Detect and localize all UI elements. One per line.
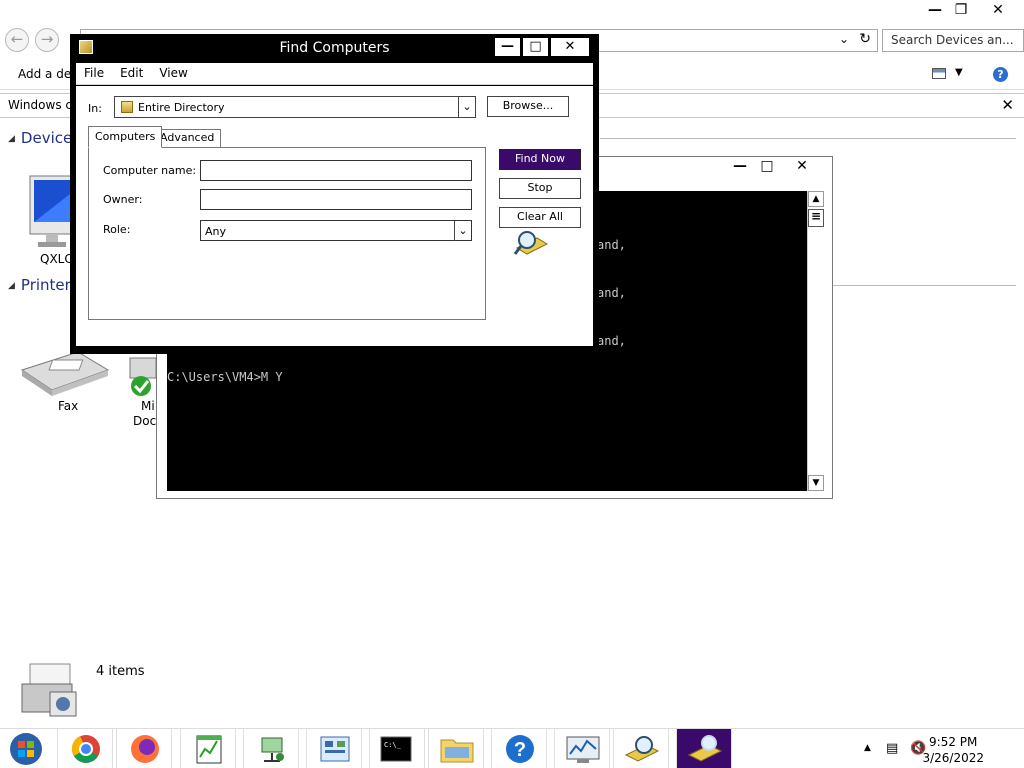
change-view-icon[interactable] [932, 68, 946, 79]
svg-text:C:\_: C:\_ [384, 741, 402, 749]
window-close-icon[interactable]: ✕ [983, 0, 1013, 20]
device-label: QXLC [40, 252, 73, 266]
console-minimize-icon[interactable]: — [727, 158, 753, 174]
clock-date: 3/26/2022 [922, 751, 984, 765]
taskbar-firefox[interactable] [116, 729, 172, 768]
computer-name-field[interactable] [200, 160, 472, 181]
menu-edit[interactable]: Edit [112, 63, 151, 80]
find-computers-dialog[interactable]: Find Computers — □ ✕ File Edit View In: En… [70, 34, 599, 354]
taskbar-control-panel[interactable] [306, 729, 362, 768]
dialog-titlebar[interactable]: Find Computers — □ ✕ [70, 34, 599, 62]
menu-view[interactable]: View [151, 63, 195, 80]
directory-icon [121, 101, 133, 113]
printer2-label-line2: Doc [133, 414, 157, 428]
dialog-body: In: Entire Directory ⌄ Browse... Compute… [76, 86, 593, 346]
printers-divider [832, 285, 1016, 286]
network-tool-icon [261, 737, 284, 762]
help-circle-icon: ? [506, 735, 534, 763]
notepad-chart-icon [196, 735, 222, 764]
dialog-close-icon[interactable]: ✕ [550, 37, 590, 57]
fax-label: Fax [58, 399, 79, 413]
in-scope-value: Entire Directory [138, 101, 225, 114]
magnifier-search-icon [513, 231, 549, 255]
search-input[interactable]: Search Devices an... [882, 29, 1024, 52]
console-line: and, [597, 286, 626, 300]
clock[interactable]: 9:52 PM 3/26/2022 [922, 734, 984, 766]
taskbar-command-prompt[interactable]: C:\_ [369, 729, 425, 768]
network-tray-icon[interactable]: ▤ [886, 741, 898, 756]
dialog-minimize-icon[interactable]: — [494, 37, 521, 57]
taskbar-chrome[interactable] [57, 729, 113, 768]
taskbar-find-active[interactable] [676, 729, 732, 768]
taskbar-notepad-chart[interactable] [180, 729, 236, 768]
default-printer-icon[interactable] [128, 356, 158, 398]
tab-advanced[interactable]: Advanced [153, 129, 222, 148]
firefox-icon [131, 735, 159, 763]
find-now-button[interactable]: Find Now [499, 149, 581, 170]
taskbar-file-explorer[interactable] [428, 729, 484, 768]
chevron-down-icon[interactable]: ⌄ [458, 97, 475, 117]
printers-section-header[interactable]: ◢ Printers [8, 276, 79, 294]
printer-details-icon [21, 663, 77, 717]
svg-text:?: ? [514, 739, 526, 761]
clear-all-button[interactable]: Clear All [499, 207, 581, 228]
console-prompt-line: C:\Users\VM4>M Y [167, 370, 283, 384]
role-label: Role: [103, 223, 131, 236]
in-label: In: [88, 102, 102, 115]
taskbar-find-computers[interactable] [613, 729, 669, 768]
in-scope-combo[interactable]: Entire Directory ⌄ [114, 96, 476, 118]
dialog-maximize-icon[interactable]: □ [522, 37, 549, 57]
address-dropdown-icon[interactable]: ⌄ [839, 32, 849, 46]
console-line: and, [597, 334, 626, 348]
find-active-icon [687, 735, 723, 762]
computer-device-icon[interactable] [28, 174, 76, 252]
taskbar-help[interactable]: ? [491, 729, 547, 768]
collapse-icon: ◢ [8, 134, 15, 144]
info-bar-text: Windows ca [8, 98, 80, 112]
scroll-down-icon[interactable]: ▼ [808, 475, 824, 491]
menu-file[interactable]: File [76, 63, 112, 80]
console-scrollbar[interactable]: ▲ ≡ ▼ [807, 191, 824, 491]
window-restore-icon[interactable]: ❐ [946, 0, 976, 20]
tab-computers[interactable]: Computers [88, 126, 163, 148]
back-button[interactable]: ← [5, 28, 29, 52]
show-hidden-icons[interactable]: ▲ [864, 743, 871, 753]
performance-monitor-icon [566, 736, 600, 763]
role-select[interactable]: Any ⌄ [200, 220, 472, 241]
view-dropdown-icon[interactable]: ▼ [955, 67, 963, 78]
console-line: and, [597, 238, 626, 252]
computers-tab-panel: Computer name: Owner: Role: Any ⌄ [88, 147, 486, 320]
owner-label: Owner: [103, 193, 143, 206]
chevron-down-icon[interactable]: ⌄ [454, 221, 471, 241]
command-prompt-icon: C:\_ [380, 736, 412, 762]
clock-time: 9:52 PM [929, 735, 978, 749]
console-close-icon[interactable]: ✕ [789, 158, 815, 174]
help-icon[interactable]: ? [993, 67, 1008, 82]
stop-button[interactable]: Stop [499, 178, 581, 199]
dialog-menubar: File Edit View [76, 63, 593, 85]
find-search-icon [624, 736, 660, 762]
collapse-icon: ◢ [8, 281, 15, 291]
items-count: 4 items [96, 664, 145, 679]
forward-button[interactable]: → [35, 28, 59, 52]
role-value: Any [205, 225, 227, 238]
start-orb-icon[interactable] [7, 732, 45, 766]
scroll-thumb[interactable]: ≡ [808, 209, 824, 227]
chrome-icon [71, 735, 100, 763]
owner-field[interactable] [200, 189, 472, 210]
folder-icon [440, 739, 474, 763]
taskbar: C:\_ ? ▲ ▤ 🔇 9:52 PM 3/26/2022 [0, 728, 1024, 768]
console-maximize-icon[interactable]: □ [754, 158, 780, 174]
refresh-icon[interactable]: ↻ [859, 31, 871, 47]
scroll-up-icon[interactable]: ▲ [808, 191, 824, 207]
computer-name-label: Computer name: [103, 164, 197, 177]
printer2-label-line1: Mi [141, 399, 155, 413]
taskbar-network-tool[interactable] [243, 729, 299, 768]
taskbar-performance-monitor[interactable] [554, 729, 610, 768]
devices-divider [600, 138, 1016, 139]
info-bar-close-icon[interactable]: ✕ [1001, 96, 1014, 114]
browse-button[interactable]: Browse... [487, 96, 569, 117]
control-panel-icon [320, 736, 350, 762]
